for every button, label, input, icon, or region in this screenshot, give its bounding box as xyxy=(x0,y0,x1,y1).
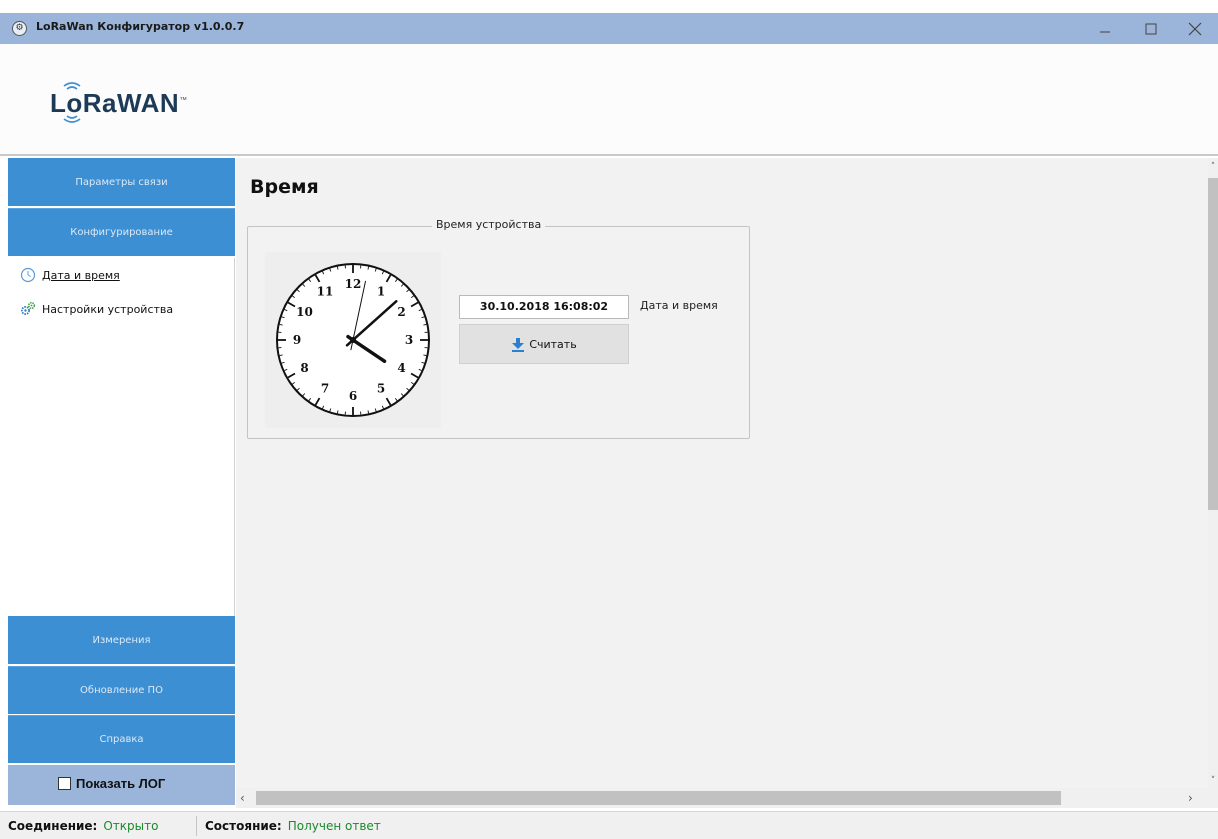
clock-number: 2 xyxy=(397,305,405,319)
clock-number: 10 xyxy=(296,305,313,319)
clock-number: 7 xyxy=(321,381,329,395)
connection-label: Соединение: xyxy=(8,819,98,833)
sidebar: Параметры связи Конфигурирование Дата и … xyxy=(8,158,235,808)
minimize-icon xyxy=(1100,31,1110,32)
title-bar[interactable]: ⚙ LoRaWan Конфигуратор v1.0.0.7 xyxy=(0,13,1218,44)
close-button[interactable] xyxy=(1172,13,1218,44)
clock-number: 11 xyxy=(317,285,334,299)
window-title: LoRaWan Конфигуратор v1.0.0.7 xyxy=(36,20,245,33)
download-icon xyxy=(512,337,525,352)
page-title: Время xyxy=(250,176,319,198)
clock-tick xyxy=(279,354,283,357)
datetime-field[interactable]: 30.10.2018 16:08:02 xyxy=(459,295,629,319)
clock-number: 5 xyxy=(377,381,385,395)
log-panel: Показать ЛОГ xyxy=(8,765,235,805)
lorawan-logo: LoRaWAN™ xyxy=(42,74,212,134)
show-log-checkbox[interactable] xyxy=(58,777,71,790)
subnav-item-datetime[interactable]: Дата и время xyxy=(20,266,120,284)
status-bar: Соединение: Открыто Состояние: Получен о… xyxy=(0,811,1218,839)
nav-label: Измерения xyxy=(92,634,151,646)
clock-tick xyxy=(279,323,283,326)
clock-icon xyxy=(20,267,36,283)
clock-number: 3 xyxy=(405,333,413,347)
nav-firmware-update[interactable]: Обновление ПО xyxy=(8,666,235,714)
subnav-item-device-settings[interactable]: Настройки устройства xyxy=(20,300,173,318)
scroll-right-icon[interactable]: › xyxy=(1188,791,1193,805)
clock-number: 8 xyxy=(300,361,308,375)
horizontal-scrollbar[interactable]: ‹ › xyxy=(236,788,1208,808)
app-window: ⚙ LoRaWan Конфигуратор v1.0.0.7 LoRaWAN™… xyxy=(0,0,1218,839)
app-icon: ⚙ xyxy=(12,21,27,36)
vertical-scrollbar[interactable]: ˄ ˅ xyxy=(1208,158,1218,808)
clock-number: 12 xyxy=(345,277,362,291)
state-status: Состояние: Получен ответ xyxy=(205,819,381,833)
nav-label: Параметры связи xyxy=(75,176,168,188)
configuration-subnav: Дата и время Настройки устройства xyxy=(8,258,235,616)
clock-tick xyxy=(336,410,339,414)
subnav-label: Настройки устройства xyxy=(42,302,174,316)
clock-number: 9 xyxy=(293,333,301,347)
read-button-label: Считать xyxy=(529,337,577,351)
scroll-left-icon[interactable]: ‹ xyxy=(240,791,245,805)
logo-text: LoRaWAN™ xyxy=(50,88,188,118)
clock-tick xyxy=(367,266,370,270)
read-button[interactable]: Считать xyxy=(459,324,629,364)
clock-center xyxy=(350,337,356,343)
subnav-label: Дата и время xyxy=(42,268,120,282)
maximize-button[interactable] xyxy=(1128,13,1174,44)
clock-tick xyxy=(423,323,427,326)
analog-clock: 12 1 2 3 4 5 6 7 8 9 10 11 xyxy=(265,252,441,428)
state-value: Получен ответ xyxy=(287,819,381,833)
header-banner: LoRaWAN™ xyxy=(0,44,1218,156)
nav-connection-params[interactable]: Параметры связи xyxy=(8,158,235,206)
close-icon xyxy=(1188,22,1202,35)
maximize-icon xyxy=(1145,23,1157,34)
clock-tick xyxy=(423,354,427,357)
clock-tick xyxy=(336,266,339,270)
scroll-up-icon[interactable]: ˄ xyxy=(1208,162,1218,172)
minimize-button[interactable] xyxy=(1082,13,1128,44)
device-time-group: Время устройства 12 1 2 3 4 5 6 7 8 9 10 11 30.10.2… xyxy=(247,218,750,439)
main-panel: Время Время устройства 12 1 2 3 4 5 6 7 8 9 10 11 3… xyxy=(236,158,1208,808)
gears-icon xyxy=(21,301,36,315)
show-log-toggle[interactable]: Показать ЛОГ xyxy=(58,776,165,791)
clock-number: 6 xyxy=(349,389,357,403)
horizontal-scroll-thumb[interactable] xyxy=(256,791,1061,805)
clock-face: 121234567891011 xyxy=(276,263,430,417)
clock-number: 4 xyxy=(397,361,405,375)
connection-value: Открыто xyxy=(103,819,159,833)
clock-number: 1 xyxy=(377,285,385,299)
vertical-scroll-thumb[interactable] xyxy=(1208,178,1218,510)
status-divider xyxy=(196,816,197,836)
nav-label: Справка xyxy=(99,734,144,745)
scroll-down-icon[interactable]: ˅ xyxy=(1208,776,1218,786)
show-log-label: Показать ЛОГ xyxy=(76,776,166,791)
state-label: Состояние: xyxy=(205,819,282,833)
connection-status: Соединение: Открыто xyxy=(8,819,158,833)
group-title: Время устройства xyxy=(432,218,546,231)
nav-configuration[interactable]: Конфигурирование xyxy=(8,208,235,256)
clock-tick xyxy=(367,410,370,414)
nav-label: Конфигурирование xyxy=(70,227,173,238)
nav-label: Обновление ПО xyxy=(80,685,163,696)
nav-help[interactable]: Справка xyxy=(8,715,235,763)
nav-measurements[interactable]: Измерения xyxy=(8,616,235,664)
datetime-caption: Дата и время xyxy=(640,299,718,312)
